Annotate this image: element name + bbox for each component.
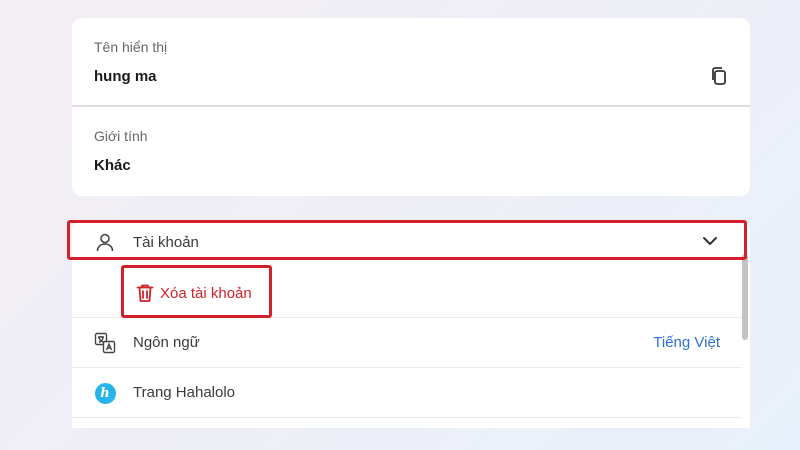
trash-icon xyxy=(133,281,157,305)
translate-icon xyxy=(93,331,117,355)
hahalolo-page-menu-item[interactable]: h Trang Hahalolo xyxy=(72,368,742,418)
delete-account-button[interactable]: Xóa tài khoản xyxy=(72,270,742,318)
account-menu-item[interactable]: Tài khoản xyxy=(72,222,742,262)
user-icon xyxy=(93,230,117,254)
hahalolo-logo-icon: h xyxy=(93,381,117,405)
scrollbar-thumb[interactable] xyxy=(742,254,748,340)
hahalolo-logo-letter: h xyxy=(94,382,116,404)
copy-icon[interactable] xyxy=(708,65,730,87)
gender-field: Giới tính Khác xyxy=(72,107,750,196)
display-name-label: Tên hiển thị xyxy=(94,39,168,55)
delete-account-label: Xóa tài khoản xyxy=(160,285,252,302)
gender-value: Khác xyxy=(94,157,131,174)
language-menu-item[interactable]: Ngôn ngữ Tiếng Việt xyxy=(72,318,742,368)
account-label: Tài khoản xyxy=(133,234,199,251)
settings-card: Tài khoản Xóa tài khoản Ngôn ngữ Tiếng V… xyxy=(72,222,750,428)
profile-card: Tên hiển thị hung ma Giới tính Khác xyxy=(72,18,750,196)
hahalolo-page-label: Trang Hahalolo xyxy=(133,384,236,401)
language-value-link[interactable]: Tiếng Việt xyxy=(653,334,720,351)
display-name-value: hung ma xyxy=(94,68,157,85)
gender-label: Giới tính xyxy=(94,128,148,144)
chevron-down-icon[interactable] xyxy=(700,233,720,249)
display-name-field: Tên hiển thị hung ma xyxy=(72,18,750,107)
language-label: Ngôn ngữ xyxy=(133,334,200,351)
